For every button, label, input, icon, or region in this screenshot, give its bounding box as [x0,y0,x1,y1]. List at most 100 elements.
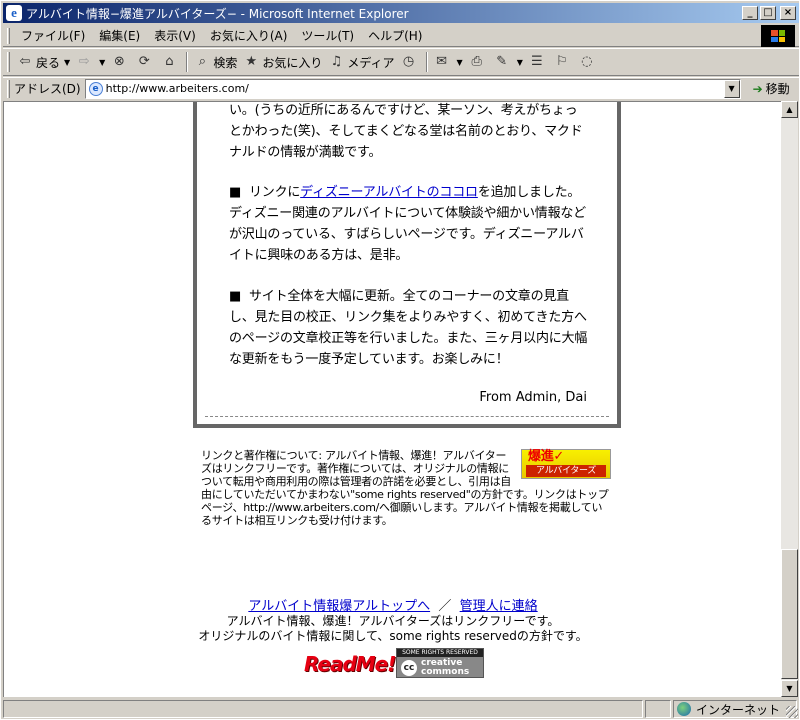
search-icon: ⌕ [198,54,206,69]
print-button[interactable]: ⎙ [466,51,491,73]
address-input[interactable]: e http://www.arbeiters.com/ ▼ [84,78,741,99]
menu-file[interactable]: ファイル(F) [14,27,92,45]
history-button[interactable]: ◷ [398,51,423,73]
messenger-icon: ⚐ [556,54,568,69]
cc-word-commons: commons [421,667,470,677]
standard-toolbar: ⇦ 戻る ▼ ⇨ ▼ ⊗ ⟳ ⌂ ⌕ 検索 ★ お気に入り ♫ メディア ◷ ✉ ▼ ⎙ ✎ ▼… [3,48,799,76]
stop-icon: ⊗ [113,54,125,69]
go-button[interactable]: ➔ 移動 [753,80,790,97]
go-label: 移動 [765,82,790,96]
mail-icon: ✉ [436,54,447,69]
maximize-button[interactable]: □ [760,6,776,20]
status-bar: インターネット [3,699,799,719]
page-viewport[interactable]: い。(うちの近所にあるんですけど、某ーソン、考えがちょっとかわった(笑)、そして… [3,101,781,697]
disney-link[interactable]: ディズニーアルバイトのココロ [300,185,478,200]
bullet-icon: ■ [229,289,242,304]
address-url[interactable]: http://www.arbeiters.com/ [106,82,249,95]
page-icon: e [88,81,103,96]
edit-icon: ✎ [496,54,508,69]
cc-logo: cc creative commons [397,657,483,679]
search-button[interactable]: ⌕ 検索 [191,51,240,73]
cc-wordmark: creative commons [421,659,469,677]
readme-logo[interactable]: ReadMe! [304,652,396,676]
window-title: アルバイト情報−爆進アルバイターズ− - Microsoft Internet … [26,6,409,21]
home-icon: ⌂ [165,54,174,69]
stop-button[interactable]: ⊗ [108,51,133,73]
top-page-link[interactable]: アルバイト情報爆アルトップへ [248,599,430,614]
resize-grip[interactable] [786,706,798,718]
minimize-button[interactable]: _ [742,6,758,20]
address-bar: アドレス(D) e http://www.arbeiters.com/ ▼ ➔ 移… [3,77,799,99]
news-panel: い。(うちの近所にあるんですけど、某ーソン、考えがちょっとかわった(笑)、そして… [193,102,621,428]
news-paragraph-2: ■ リンクにディズニーアルバイトのココロを追加しました。ディズニー関連のアルバイ… [229,182,589,266]
toolbar-separator [425,52,428,72]
address-label: アドレス(D) [14,82,81,96]
history-icon: ◷ [402,54,415,69]
title-bar[interactable]: e アルバイト情報−爆進アルバイターズ− - Microsoft Interne… [3,3,799,23]
favorites-button[interactable]: ★ お気に入り [240,51,325,73]
messenger-button[interactable]: ⚐ [551,51,576,73]
news-paragraph-3: ■ サイト全体を大幅に更新。全てのコーナーの文章の見直し、見た目の校正、リンク集… [229,286,589,370]
contact-admin-link[interactable]: 管理人に連絡 [460,599,538,614]
research-icon: ◌ [581,54,593,69]
windows-logo-icon [761,25,795,47]
news-paragraph-1: い。(うちの近所にあるんですけど、某ーソン、考えがちょっとかわった(笑)、そして… [229,103,583,160]
browser-window: e アルバイト情報−爆進アルバイターズ− - Microsoft Interne… [0,0,800,720]
menu-grip[interactable] [7,27,10,44]
ie-icon: e [6,5,22,21]
back-dropdown-icon[interactable]: ▼ [64,58,70,67]
media-icon: ♫ [330,54,343,69]
footer: アルバイト情報爆アルトップへ ／ 管理人に連絡 アルバイト情報、爆進！アルバイタ… [4,599,781,644]
back-button[interactable]: ⇦ 戻る ▼ [14,51,73,73]
banner-subtitle: アルバイターズ [526,465,606,477]
mail-button[interactable]: ✉ ▼ [431,51,466,73]
edit-dropdown-icon[interactable]: ▼ [517,58,523,67]
mail-dropdown-icon[interactable]: ▼ [457,58,463,67]
status-security [645,700,671,718]
forward-dropdown-icon[interactable]: ▼ [99,58,105,67]
scroll-thumb[interactable] [781,549,798,679]
dashed-divider [205,416,609,417]
footer-line-2: オリジナルのバイト情報に関して、some rights reservedの方針で… [198,629,588,643]
bullet-icon: ■ [229,185,242,200]
print-icon: ⎙ [471,54,482,69]
scroll-up-button[interactable]: ▲ [781,101,798,118]
site-banner[interactable]: 爆進✓ アルバイターズ [521,449,611,479]
media-button[interactable]: ♫ メディア [325,51,397,73]
footer-line-1: アルバイト情報、爆進！アルバイターズはリンクフリーです。 [226,614,560,628]
menu-edit[interactable]: 編集(E) [92,27,147,45]
favorites-icon: ★ [245,54,258,69]
close-button[interactable]: × [780,6,796,20]
edit-button[interactable]: ✎ ▼ [491,51,526,73]
forward-button[interactable]: ⇨ ▼ [73,51,108,73]
internet-globe-icon [677,702,691,716]
discuss-button[interactable]: ☰ [526,51,551,73]
menu-view[interactable]: 表示(V) [147,27,203,45]
address-dropdown-icon[interactable]: ▼ [723,79,740,98]
creative-commons-badge[interactable]: SOME RIGHTS RESERVED cc creative commons [396,648,484,678]
status-zone: インターネット [673,700,797,718]
menu-help[interactable]: ヘルプ(H) [361,27,429,45]
para3-text: サイト全体を大幅に更新。全てのコーナーの文章の見直し、見た目の校正、リンク集をよ… [229,289,588,367]
para2-prefix: リンクに [248,185,301,200]
scroll-down-button[interactable]: ▼ [781,680,798,697]
signature: From Admin, Dai [479,390,587,405]
media-label: メディア [347,55,395,70]
toolbar-grip[interactable] [7,52,10,72]
footer-separator: ／ [438,599,452,614]
go-arrow-icon: ➔ [752,81,763,96]
link-copyright-notice: 爆進✓ アルバイターズ リンクと著作権について: アルバイト情報、爆進！アルバイ… [201,449,611,527]
home-button[interactable]: ⌂ [158,51,183,73]
back-label: 戻る [36,55,61,70]
status-text [3,700,643,718]
vertical-scrollbar[interactable]: ▲ ▼ [781,101,798,697]
menu-bar: ファイル(F) 編集(E) 表示(V) お気に入り(A) ツール(T) ヘルプ(… [3,25,799,47]
search-label: 検索 [213,55,238,70]
menu-favorites[interactable]: お気に入り(A) [203,27,295,45]
address-grip[interactable] [7,79,10,98]
refresh-button[interactable]: ⟳ [133,51,158,73]
cc-rights-text: SOME RIGHTS RESERVED [397,649,483,657]
research-button[interactable]: ◌ [576,51,601,73]
zone-label: インターネット [696,702,781,717]
menu-tools[interactable]: ツール(T) [294,27,361,45]
